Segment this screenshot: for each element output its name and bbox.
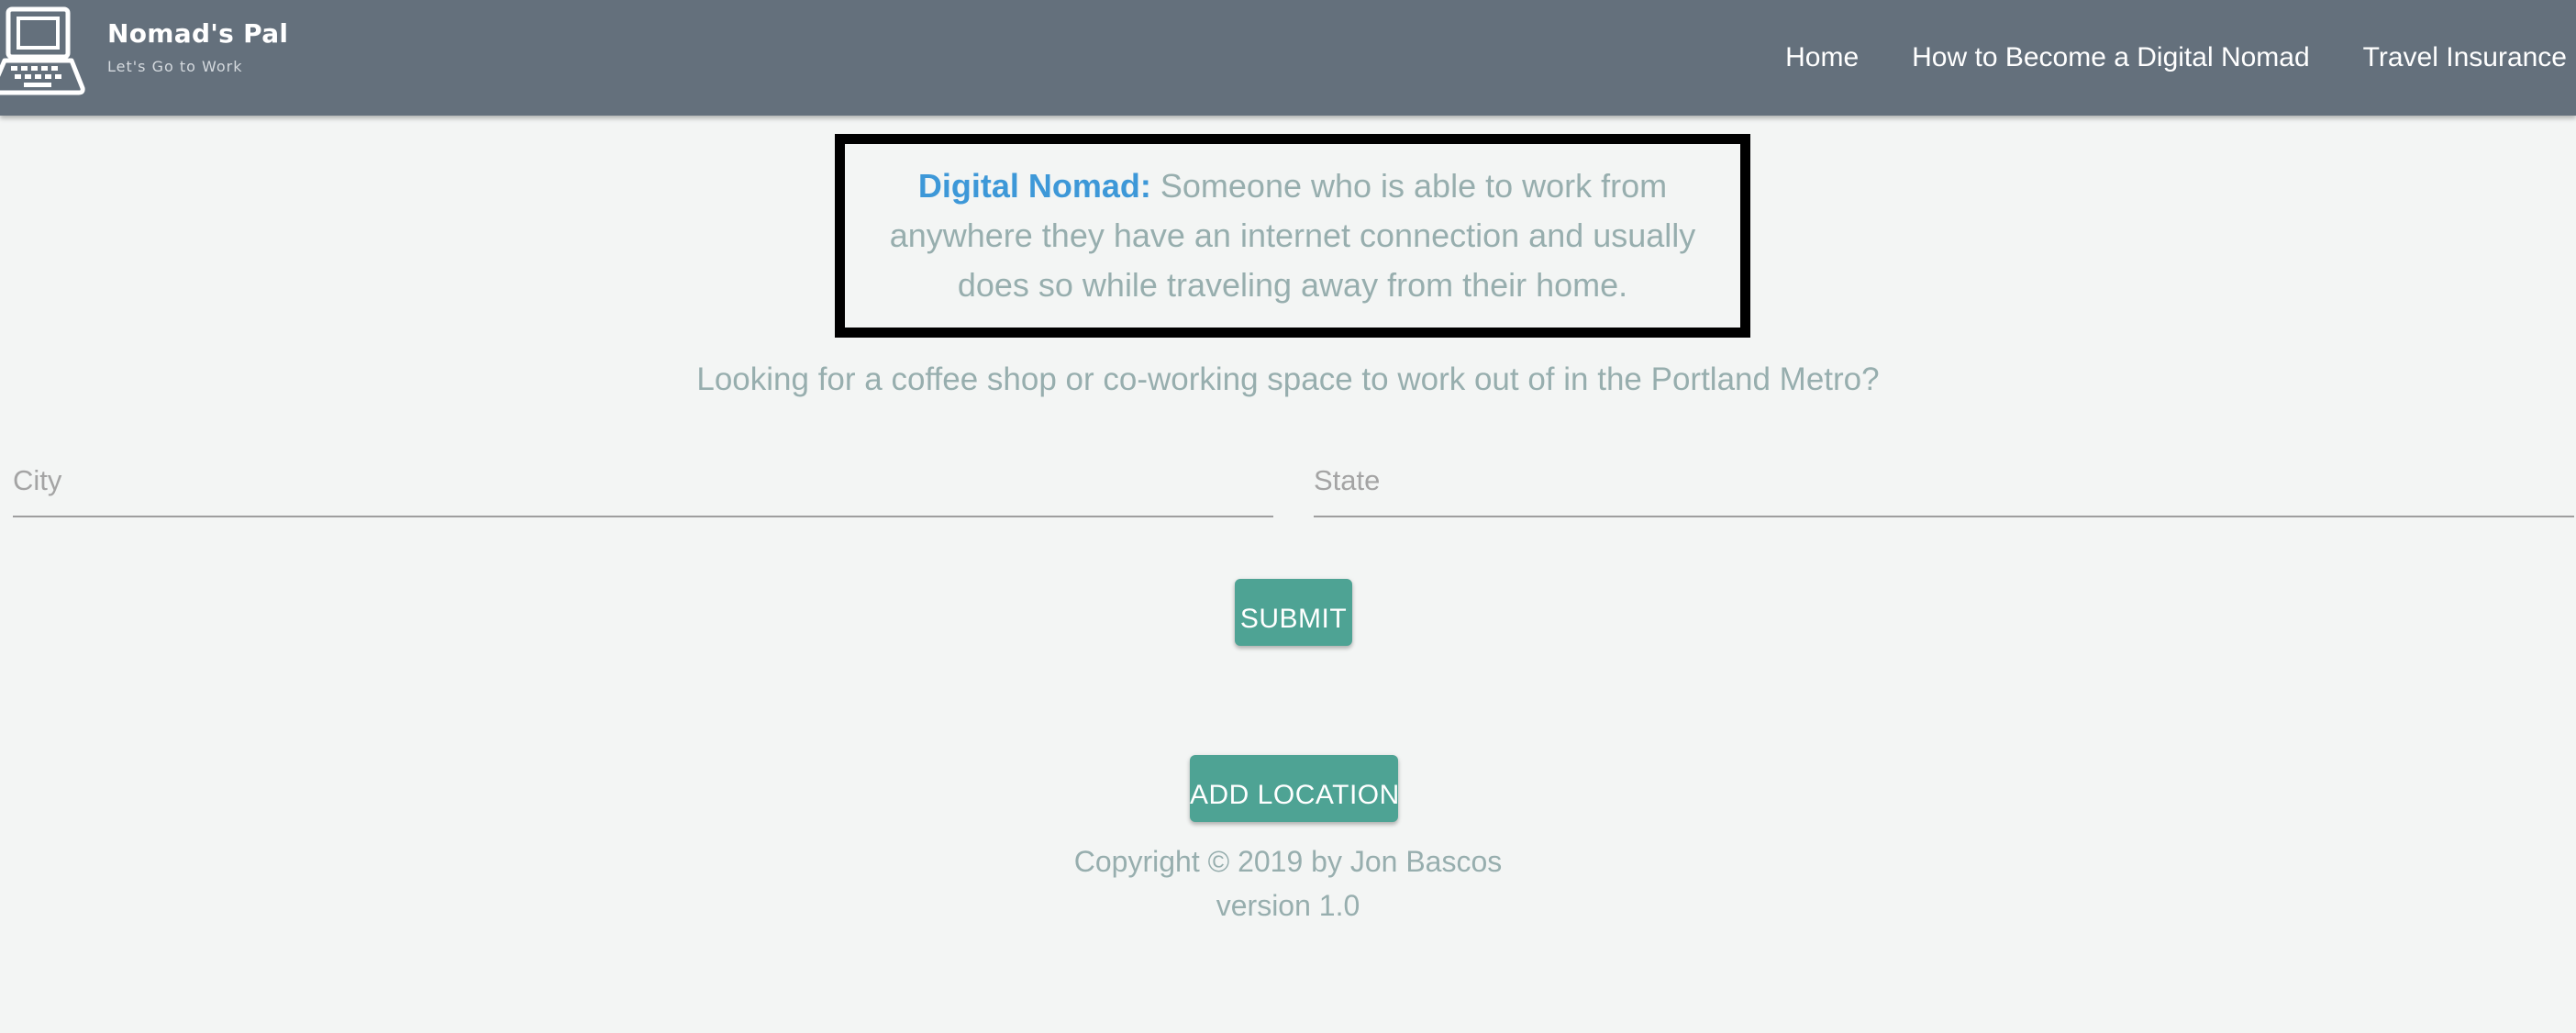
brand-name: Nomad's Pal [107,18,289,49]
nav-link-how-to-become-digital-nomad[interactable]: How to Become a Digital Nomad [1885,0,2337,116]
nav-item-travel-insurance: Travel Insurance [2337,0,2576,116]
nav-item-home: Home [1759,0,1885,116]
submit-button[interactable]: Submit [1235,579,1352,646]
city-input[interactable] [13,446,1273,517]
laptop-icon [0,4,86,102]
add-location-button[interactable]: Add Location [1190,755,1399,822]
footer: Copyright © 2019 by Jon Bascos version 1… [0,839,2576,927]
nav-links: Home How to Become a Digital Nomad Trave… [1759,0,2576,116]
state-input[interactable] [1314,446,2574,517]
state-field-wrapper [1314,446,2574,517]
search-prompt: Looking for a coffee shop or co-working … [696,361,1880,397]
nav-link-home[interactable]: Home [1759,0,1885,116]
city-field-wrapper [13,446,1273,517]
definition-term: Digital Nomad: [917,167,1151,205]
navbar: Nomad's Pal Let's Go to Work Home How to… [0,0,2576,116]
definition-box: Digital Nomad: Someone who is able to wo… [835,134,1750,338]
footer-version: version 1.0 [1216,889,1360,922]
nav-link-travel-insurance[interactable]: Travel Insurance [2337,0,2576,116]
definition-text: Digital Nomad: Someone who is able to wo… [858,161,1727,310]
nav-item-digital-nomad: How to Become a Digital Nomad [1885,0,2337,116]
brand-tagline: Let's Go to Work [107,58,243,75]
footer-copyright: Copyright © 2019 by Jon Bascos [1073,845,1503,878]
